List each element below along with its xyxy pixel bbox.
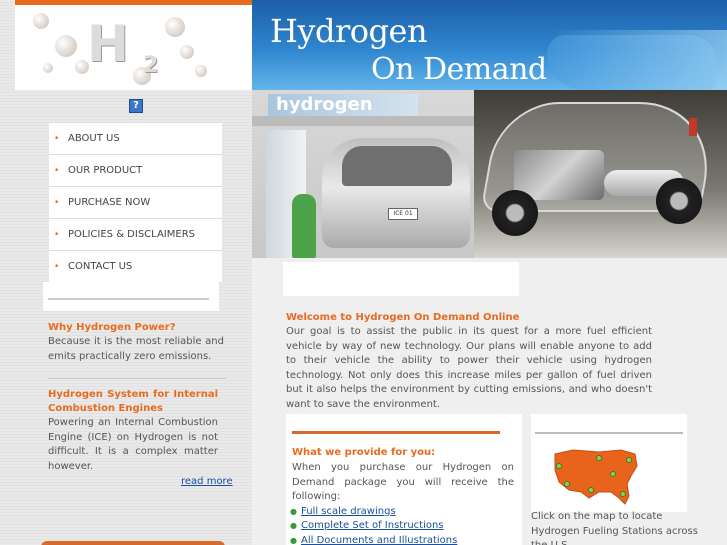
main-nav: • ABOUT US • OUR PRODUCT • PURCHASE NOW … bbox=[49, 123, 222, 283]
provide-list: ● Full scale drawings ● Complete Set of … bbox=[290, 504, 457, 545]
bubble-decoration bbox=[195, 65, 207, 77]
nav-item-about-us[interactable]: • ABOUT US bbox=[49, 123, 222, 155]
read-more-link[interactable]: read more bbox=[181, 476, 233, 487]
banner-glow bbox=[552, 30, 727, 90]
front-wheel bbox=[492, 190, 538, 236]
logo-h: H bbox=[87, 15, 129, 73]
rear-wheel bbox=[656, 178, 702, 224]
car-windshield bbox=[342, 146, 452, 186]
license-plate: ICE 01 bbox=[388, 208, 418, 220]
divider bbox=[48, 298, 209, 300]
station-sign: hydrogen bbox=[268, 94, 418, 116]
divider bbox=[48, 378, 226, 379]
nav-item-purchase-now[interactable]: • PURCHASE NOW bbox=[49, 187, 222, 219]
hydrogen-system-text: Powering an Internal Combustion Engine (… bbox=[48, 417, 218, 472]
welcome-heading: Welcome to Hydrogen On Demand Online bbox=[286, 312, 520, 323]
why-hydrogen-text: Because it is the most reliable and emit… bbox=[48, 336, 224, 362]
nav-item-label: ABOUT US bbox=[68, 133, 120, 144]
nav-bullet-icon: • bbox=[54, 229, 60, 240]
bubble-decoration bbox=[55, 35, 77, 57]
nav-item-label: OUR PRODUCT bbox=[68, 165, 143, 176]
nav-footer bbox=[43, 282, 219, 311]
documents-link[interactable]: All Documents and Illustrations bbox=[301, 535, 457, 545]
provide-heading: What we provide for you: bbox=[292, 447, 436, 458]
provide-text: When you purchase our Hydrogen on Demand… bbox=[292, 462, 514, 502]
content-header-box bbox=[283, 262, 519, 296]
fueling-map-panel bbox=[531, 414, 687, 512]
full-scale-drawings-link[interactable]: Full scale drawings bbox=[301, 506, 396, 517]
nav-bullet-icon: • bbox=[54, 261, 60, 272]
person-shape bbox=[292, 194, 316, 258]
logo-subscript: 2 bbox=[143, 53, 159, 78]
us-map-icon[interactable] bbox=[551, 446, 641, 508]
engine-shape bbox=[514, 150, 604, 200]
bubble-decoration bbox=[165, 17, 185, 37]
list-bullet-icon: ● bbox=[290, 521, 297, 531]
list-bullet-icon: ● bbox=[290, 535, 297, 545]
provide-accent-bar bbox=[292, 431, 500, 434]
welcome-text: Our goal is to assist the public in its … bbox=[286, 326, 652, 410]
list-item: ● All Documents and Illustrations bbox=[290, 533, 457, 545]
instructions-link[interactable]: Complete Set of Instructions bbox=[301, 520, 444, 531]
list-item: ● Complete Set of Instructions bbox=[290, 519, 457, 534]
nav-item-policies[interactable]: • POLICIES & DISCLAIMERS bbox=[49, 219, 222, 251]
nav-item-label: PURCHASE NOW bbox=[68, 197, 151, 208]
help-icon[interactable]: ? bbox=[129, 99, 143, 113]
site-title-line1: Hydrogen bbox=[270, 12, 428, 50]
tail-light bbox=[689, 118, 697, 136]
nav-bullet-icon: • bbox=[54, 197, 60, 208]
divider bbox=[535, 432, 683, 434]
list-item: ● Full scale drawings bbox=[290, 504, 457, 519]
map-caption: Click on the map to locate Hydrogen Fuel… bbox=[531, 511, 698, 545]
site-logo[interactable]: H 2 bbox=[15, 5, 252, 90]
why-hydrogen-heading: Why Hydrogen Power? bbox=[48, 322, 176, 333]
nav-item-contact-us[interactable]: • CONTACT US bbox=[49, 251, 222, 283]
bubble-decoration bbox=[43, 63, 53, 73]
bubble-decoration bbox=[180, 45, 194, 59]
hydrogen-system-heading: Hydrogen System for Internal Combustion … bbox=[48, 389, 218, 414]
nav-item-label: CONTACT US bbox=[68, 261, 133, 272]
station-canopy bbox=[252, 116, 474, 126]
why-hydrogen-section: Why Hydrogen Power? Because it is the mo… bbox=[48, 321, 224, 364]
bottom-tab bbox=[41, 541, 225, 545]
nav-item-our-product[interactable]: • OUR PRODUCT bbox=[49, 155, 222, 187]
left-column: H 2 ? • ABOUT US • OUR PRODUCT • PURCHAS… bbox=[15, 0, 252, 545]
fueling-station-photo: hydrogen ICE 01 bbox=[252, 90, 474, 258]
hydrogen-system-section: Hydrogen System for Internal Combustion … bbox=[48, 388, 218, 474]
nav-bullet-icon: • bbox=[54, 133, 60, 144]
site-title-line2: On Demand bbox=[371, 52, 547, 87]
bubble-decoration bbox=[33, 13, 49, 29]
list-bullet-icon: ● bbox=[290, 506, 297, 516]
nav-bullet-icon: • bbox=[54, 165, 60, 176]
cutaway-car-photo bbox=[474, 90, 727, 258]
header-banner: Hydrogen On Demand bbox=[252, 0, 727, 90]
nav-item-label: POLICIES & DISCLAIMERS bbox=[68, 229, 195, 240]
